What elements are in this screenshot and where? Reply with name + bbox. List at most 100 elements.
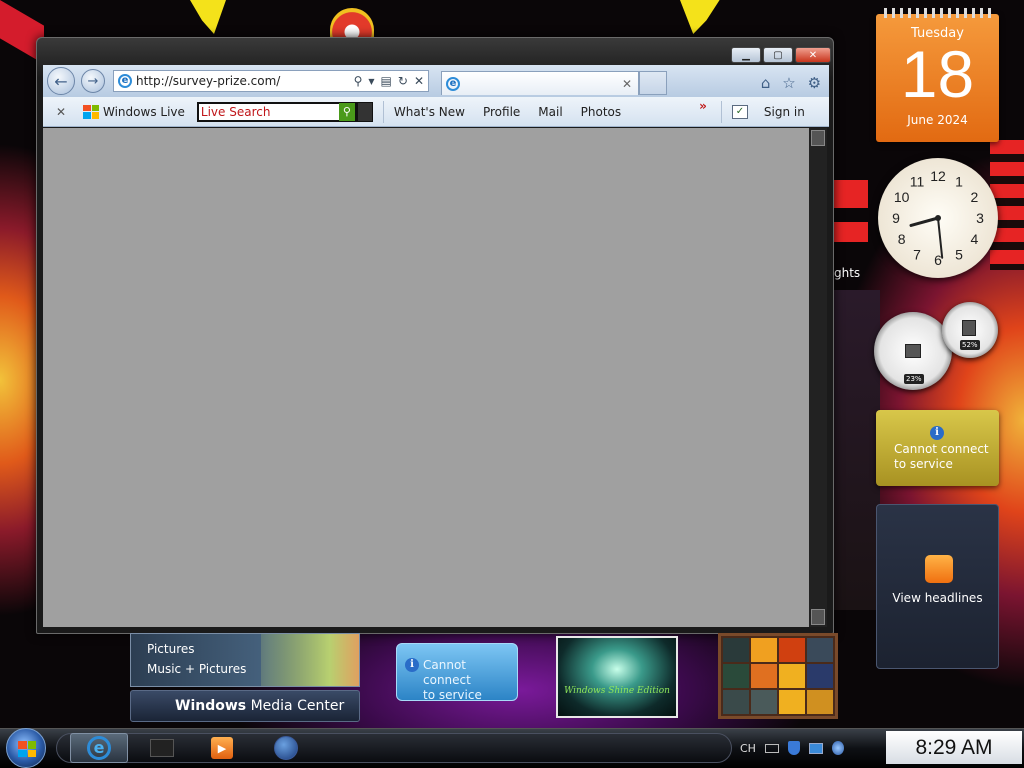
view-headlines-link[interactable]: View headlines	[877, 591, 998, 605]
volume-icon[interactable]	[831, 741, 844, 755]
taskbar-show-desktop-button[interactable]	[144, 733, 180, 763]
photo-tiles-gadget[interactable]	[718, 633, 838, 719]
feed-headlines-gadget[interactable]: View headlines	[876, 504, 999, 669]
clock-hour-hand	[909, 216, 940, 227]
check-icon[interactable]: ✓	[731, 104, 748, 119]
new-tab-button[interactable]	[639, 71, 667, 95]
memory-gauge[interactable]: 52%	[942, 302, 998, 358]
clock-number: 12	[930, 168, 946, 184]
compatibility-icon[interactable]: ▤	[381, 74, 392, 88]
search-options-button[interactable]	[356, 101, 373, 122]
windows-media-center-button[interactable]: Windows Media Center	[130, 690, 360, 722]
wallpaper-guitarist	[834, 290, 880, 610]
clock-number: 1	[955, 174, 963, 190]
close-window-button[interactable]: ✕	[795, 47, 831, 63]
forward-button[interactable]: →	[81, 69, 105, 93]
link-photos[interactable]: Photos	[581, 105, 621, 119]
toolbar-separator	[382, 100, 384, 123]
show-desktop-icon	[150, 739, 174, 757]
rss-feed-icon	[925, 555, 953, 583]
wallpaper-logo	[330, 8, 374, 38]
refresh-icon[interactable]: ↻	[398, 74, 408, 88]
dropdown-icon[interactable]: ▼	[368, 77, 374, 86]
link-mail[interactable]: Mail	[538, 105, 562, 119]
media-thumbnails	[261, 634, 359, 686]
search-go-icon[interactable]: ⚲	[338, 102, 355, 121]
link-profile[interactable]: Profile	[483, 105, 520, 119]
clock-number: 5	[955, 246, 963, 262]
media-center-menu: Pictures Music + Pictures	[130, 633, 360, 687]
live-search-input[interactable]: Live Search ⚲	[196, 101, 357, 122]
menu-item-music-pictures[interactable]: Music + Pictures	[147, 662, 246, 676]
windows-live-button[interactable]: Windows Live	[83, 104, 185, 119]
vertical-scrollbar[interactable]	[809, 128, 827, 627]
clock-number: 11	[910, 174, 925, 190]
wallpaper-partial-label: ghts	[834, 266, 861, 280]
clock-face: 12 1234567891011	[892, 168, 984, 268]
cpu-chip-icon	[905, 344, 921, 358]
weather-message-line2: to service	[894, 457, 953, 471]
memory-chip-icon	[962, 320, 976, 336]
shield-icon[interactable]	[787, 741, 800, 755]
address-url: http://survey-prize.com/	[136, 74, 281, 88]
home-icon[interactable]: ⌂	[761, 74, 771, 92]
scroll-up-button[interactable]	[811, 130, 825, 146]
browser-tools: ⌂ ☆ ⚙	[755, 71, 827, 95]
more-chevron-icon[interactable]: »	[699, 99, 707, 113]
favorites-star-icon[interactable]: ☆	[782, 74, 795, 92]
clock-number: 4	[970, 231, 978, 247]
clock-number: 10	[894, 189, 910, 205]
stop-icon[interactable]: ✕	[414, 74, 424, 88]
ie-page-icon: e	[118, 74, 132, 88]
taskbar-time: 8:29 AM	[915, 735, 993, 759]
search-icon[interactable]: ⚲	[354, 74, 363, 88]
maximize-button[interactable]: ▢	[763, 47, 793, 63]
taskbar-ie-button[interactable]: e	[70, 733, 128, 763]
toolbar-separator-2	[720, 100, 722, 123]
internet-explorer-icon: e	[87, 736, 111, 760]
weather-message-line1: Cannot connect	[894, 442, 989, 456]
taskbar-globe-button[interactable]	[270, 733, 302, 763]
cannot-connect-line2: to service	[423, 688, 482, 702]
info-icon: i	[930, 426, 944, 440]
link-whats-new[interactable]: What's New	[394, 105, 465, 119]
close-tab-icon[interactable]: ✕	[622, 77, 632, 91]
calendar-gadget[interactable]: Tuesday 18 June 2024	[876, 8, 999, 142]
browser-window: ▁ ▢ ✕ ← → e http://survey-prize.com/ ⚲ ▼…	[36, 37, 834, 634]
menu-item-pictures[interactable]: Pictures	[147, 642, 195, 656]
clock-number: 2	[970, 189, 978, 205]
taskbar-media-player-button[interactable]: ▶	[206, 733, 238, 763]
media-player-icon: ▶	[211, 737, 233, 759]
page-content[interactable]	[43, 128, 809, 627]
minimize-button[interactable]: ▁	[731, 47, 761, 63]
media-center-title-rest: Media Center	[246, 698, 345, 714]
cpu-percent: 23%	[904, 374, 924, 384]
wallpaper-red-block-2	[834, 222, 868, 242]
language-indicator[interactable]: CH	[740, 742, 756, 755]
wallpaper-flame-left	[190, 0, 226, 34]
browser-tab[interactable]: e ✕	[441, 71, 639, 95]
start-button[interactable]	[6, 728, 46, 768]
weather-gadget[interactable]: i Cannot connect to service	[876, 410, 999, 486]
clock-gadget[interactable]: 12 1 2 3 4 5 6 7 8 9 10 11	[878, 158, 998, 278]
navigation-bar: ← → e http://survey-prize.com/ ⚲ ▼ ▤ ↻ ✕…	[43, 65, 829, 97]
live-search-placeholder: Live Search	[200, 104, 271, 119]
cpu-gauge[interactable]: 23%	[874, 312, 952, 390]
close-toolbar-icon[interactable]: ✕	[49, 105, 73, 119]
sign-in-link[interactable]: Sign in	[764, 105, 805, 119]
windows-shine-edition-widget[interactable]: Windows Shine Edition	[556, 636, 678, 718]
calendar-day-number: 18	[900, 37, 975, 111]
windows-live-label: Windows Live	[103, 104, 185, 119]
windows-start-icon	[18, 741, 36, 757]
scroll-down-button[interactable]	[811, 609, 825, 625]
address-bar[interactable]: e http://survey-prize.com/ ⚲ ▼ ▤ ↻ ✕	[113, 70, 429, 92]
keyboard-icon[interactable]	[764, 743, 779, 753]
back-button[interactable]: ←	[47, 67, 75, 95]
windows-logo-icon	[83, 104, 99, 119]
wallpaper-red-block-1	[834, 180, 868, 208]
cannot-connect-widget[interactable]: i Cannot connect to service	[396, 643, 518, 702]
network-icon[interactable]	[808, 742, 823, 754]
cannot-connect-line1: Cannot connect	[423, 658, 471, 687]
taskbar-clock[interactable]: 8:29 AM	[886, 731, 1022, 764]
gear-icon[interactable]: ⚙	[808, 74, 821, 92]
